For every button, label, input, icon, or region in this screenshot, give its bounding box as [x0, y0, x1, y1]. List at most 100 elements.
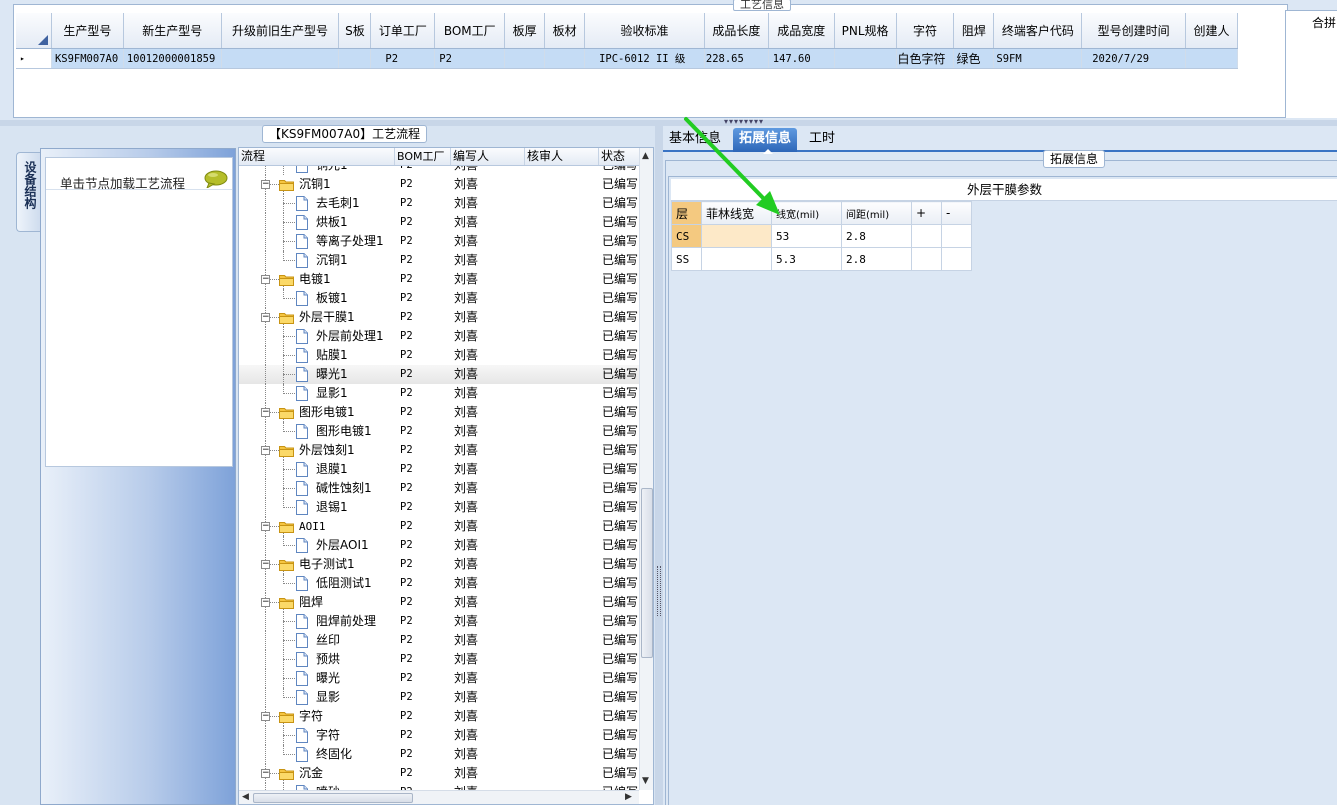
tree-cell-auditor[interactable] — [519, 422, 599, 441]
tree-cell-auditor[interactable] — [519, 384, 599, 403]
tree-cell-writer[interactable]: 刘喜 — [451, 498, 519, 517]
tree-cell-process[interactable]: − 外层干膜1 — [239, 308, 395, 327]
col-header-material[interactable]: 板材 — [545, 13, 586, 48]
tree-cell-bom-factory[interactable]: P2 — [395, 574, 451, 593]
tree-cell-process[interactable]: − 阻焊 — [239, 593, 395, 612]
tree-cell-status[interactable]: 已编写 — [599, 764, 639, 783]
collapse-node-icon[interactable]: − — [261, 712, 270, 721]
tree-cell-writer[interactable]: 刘喜 — [451, 650, 519, 669]
tree-cell-status[interactable]: 已编写 — [599, 289, 639, 308]
tree-cell-process[interactable]: 铜光1 — [239, 166, 395, 175]
cell-created-time[interactable]: 2020/7/29 — [1082, 49, 1187, 68]
tree-cell-auditor[interactable] — [519, 612, 599, 631]
table-row[interactable]: ▸ KS9FM007A0 10012000001859 P2 P2 IPC-60… — [16, 49, 1238, 69]
tree-cell-writer[interactable]: 刘喜 — [451, 403, 519, 422]
tree-cell-status[interactable]: 已编写 — [599, 460, 639, 479]
tree-cell-bom-factory[interactable]: P2 — [395, 270, 451, 289]
tree-cell-bom-factory[interactable]: P2 — [395, 175, 451, 194]
cell-creator[interactable] — [1186, 49, 1238, 68]
tree-cell-status[interactable]: 已编写 — [599, 422, 639, 441]
tree-row[interactable]: 丝印 P2 刘喜 已编写 — [239, 631, 639, 650]
table-row[interactable]: CS 53 2.8 — [671, 224, 972, 248]
tree-cell-bom-factory[interactable]: P2 — [395, 213, 451, 232]
col-header-thickness[interactable]: 板厚 — [505, 13, 546, 48]
tree-cell-status[interactable]: 已编写 — [599, 574, 639, 593]
tree-col-bom-factory[interactable]: BOM工厂 — [395, 148, 451, 165]
cell-new-model[interactable]: 10012000001859 — [124, 49, 222, 68]
tree-horizontal-scrollbar[interactable]: ◀ ▶ — [239, 790, 639, 804]
tree-cell-auditor[interactable] — [519, 460, 599, 479]
tree-vertical-scrollbar[interactable]: ▲ ▼ — [639, 148, 653, 790]
param-cell-remove[interactable] — [941, 247, 972, 271]
tree-row[interactable]: − AOI1 P2 刘喜 已编写 — [239, 517, 639, 536]
scroll-down-icon[interactable]: ▼ — [642, 776, 649, 786]
tree-cell-bom-factory[interactable]: P2 — [395, 441, 451, 460]
tree-cell-auditor[interactable] — [519, 441, 599, 460]
tree-cell-process[interactable]: 碱性蚀刻1 — [239, 479, 395, 498]
collapse-node-icon[interactable]: − — [261, 560, 270, 569]
tree-cell-writer[interactable]: 刘喜 — [451, 517, 519, 536]
tab-extended-info[interactable]: 拓展信息 — [733, 128, 798, 154]
tree-cell-writer[interactable]: 刘喜 — [451, 555, 519, 574]
col-header-old-model[interactable]: 升级前旧生产型号 — [222, 13, 340, 48]
collapse-node-icon[interactable]: − — [261, 313, 270, 322]
vertical-splitter[interactable] — [655, 126, 663, 805]
tree-cell-auditor[interactable] — [519, 251, 599, 270]
col-header-pnl-spec[interactable]: PNL规格 — [835, 13, 897, 48]
tree-cell-process[interactable]: 字符 — [239, 726, 395, 745]
tree-cell-status[interactable]: 已编写 — [599, 327, 639, 346]
tree-cell-writer[interactable]: 刘喜 — [451, 707, 519, 726]
tree-row[interactable]: 字符 P2 刘喜 已编写 — [239, 726, 639, 745]
tree-col-writer[interactable]: 编写人 — [451, 148, 525, 165]
tree-cell-writer[interactable]: 刘喜 — [451, 327, 519, 346]
tree-cell-process[interactable]: 沉铜1 — [239, 251, 395, 270]
tree-cell-status[interactable]: 已编写 — [599, 726, 639, 745]
col-header-new-model[interactable]: 新生产型号 — [124, 13, 222, 48]
tree-cell-bom-factory[interactable]: P2 — [395, 498, 451, 517]
tree-cell-status[interactable]: 已编写 — [599, 707, 639, 726]
tree-cell-process[interactable]: 曝光 — [239, 669, 395, 688]
tree-cell-writer[interactable]: 刘喜 — [451, 479, 519, 498]
scroll-right-icon[interactable]: ▶ — [625, 792, 632, 802]
tree-row[interactable]: − 电镀1 P2 刘喜 已编写 — [239, 270, 639, 289]
cell-old-model[interactable] — [222, 49, 340, 68]
tree-cell-writer[interactable]: 刘喜 — [451, 346, 519, 365]
tree-cell-writer[interactable]: 刘喜 — [451, 166, 519, 175]
tree-cell-bom-factory[interactable]: P2 — [395, 669, 451, 688]
tree-row[interactable]: 碱性蚀刻1 P2 刘喜 已编写 — [239, 479, 639, 498]
tree-cell-auditor[interactable] — [519, 175, 599, 194]
tree-row[interactable]: 外层AOI1 P2 刘喜 已编写 — [239, 536, 639, 555]
tree-cell-auditor[interactable] — [519, 536, 599, 555]
tree-cell-bom-factory[interactable]: P2 — [395, 631, 451, 650]
tree-row[interactable]: 等离子处理1 P2 刘喜 已编写 — [239, 232, 639, 251]
tree-cell-status[interactable]: 已编写 — [599, 232, 639, 251]
tree-row[interactable]: 显影 P2 刘喜 已编写 — [239, 688, 639, 707]
tree-cell-auditor[interactable] — [519, 346, 599, 365]
cell-legend-text[interactable]: 白色字符 — [897, 49, 955, 68]
tab-equipment-structure[interactable]: 设备结构 — [16, 152, 40, 232]
col-header-solder-mask[interactable]: 阻焊 — [954, 13, 995, 48]
tree-cell-bom-factory[interactable]: P2 — [395, 707, 451, 726]
tree-cell-process[interactable]: 低阻测试1 — [239, 574, 395, 593]
tree-cell-process[interactable]: − AOI1 — [239, 517, 395, 536]
param-col-line-width[interactable]: 线宽(mil) — [771, 201, 842, 225]
tree-cell-bom-factory[interactable]: P2 — [395, 536, 451, 555]
tree-cell-bom-factory[interactable]: P2 — [395, 745, 451, 764]
tree-cell-writer[interactable]: 刘喜 — [451, 251, 519, 270]
tree-cell-status[interactable]: 已编写 — [599, 346, 639, 365]
cell-solder-mask[interactable]: 绿色 — [954, 49, 995, 68]
cell-width[interactable]: 147.60 — [769, 49, 835, 68]
tree-cell-process[interactable]: 烘板1 — [239, 213, 395, 232]
tree-cell-process[interactable]: − 电子测试1 — [239, 555, 395, 574]
tab-basic-info[interactable]: 基本信息 — [663, 128, 727, 152]
tree-cell-status[interactable]: 已编写 — [599, 384, 639, 403]
add-row-button[interactable]: + — [911, 201, 942, 225]
tree-cell-status[interactable]: 已编写 — [599, 593, 639, 612]
tree-cell-bom-factory[interactable]: P2 — [395, 403, 451, 422]
param-cell-line-width[interactable]: 5.3 — [771, 247, 842, 271]
splitter-grip-icon[interactable] — [657, 566, 661, 616]
tree-cell-writer[interactable]: 刘喜 — [451, 612, 519, 631]
tree-cell-auditor[interactable] — [519, 669, 599, 688]
param-cell-add[interactable] — [911, 224, 942, 248]
tree-cell-writer[interactable]: 刘喜 — [451, 175, 519, 194]
